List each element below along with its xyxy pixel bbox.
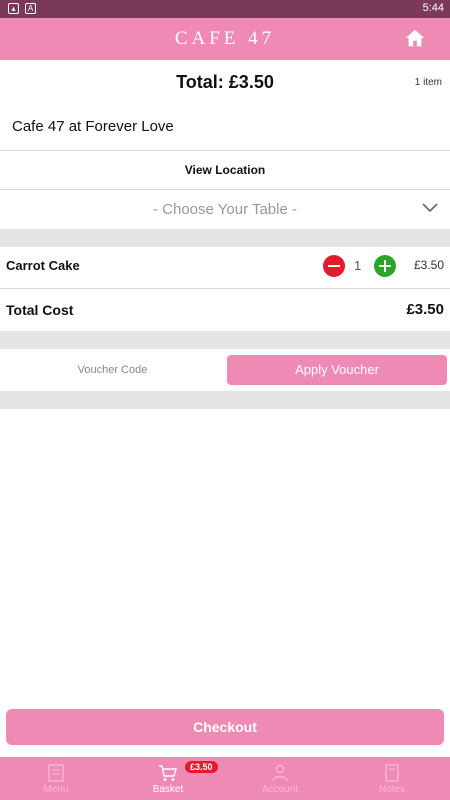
nav-label-account: Account	[261, 784, 299, 795]
nav-item-menu[interactable]: Menu	[0, 757, 112, 800]
cafe-name: Cafe 47 at Forever Love	[12, 118, 174, 135]
basket-item-row: Carrot Cake 1 £3.50	[0, 247, 450, 287]
view-location-button[interactable]: View Location	[0, 151, 450, 190]
item-count: 1 item	[414, 77, 442, 88]
status-bar: ▴ A 5:44	[0, 0, 450, 18]
total-cost-label: Total Cost	[6, 302, 74, 318]
app-notification-icon: A	[25, 3, 36, 14]
total-cost-row: Total Cost £3.50	[0, 289, 450, 331]
table-select-dropdown[interactable]: - Choose Your Table -	[0, 190, 450, 228]
item-price: £3.50	[413, 258, 444, 272]
nav-item-account[interactable]: Account	[224, 757, 336, 800]
app-header: CAFE 47	[0, 18, 450, 60]
item-name: Carrot Cake	[6, 258, 80, 273]
notification-icons: ▴ A	[8, 3, 36, 14]
increase-quantity-button[interactable]	[374, 255, 396, 277]
chevron-down-icon	[422, 203, 438, 213]
checkout-button[interactable]: Checkout	[6, 709, 444, 745]
voucher-code-input[interactable]	[0, 355, 225, 385]
bottom-nav: Menu Basket £3.50 Account Notes	[0, 757, 450, 800]
home-icon[interactable]	[404, 27, 426, 49]
section-separator	[0, 391, 450, 409]
menu-icon	[48, 764, 64, 782]
image-notification-icon: ▴	[8, 3, 19, 14]
table-select-placeholder: - Choose Your Table -	[153, 201, 297, 218]
total-cost-value: £3.50	[406, 301, 444, 318]
nav-label-menu: Menu	[43, 784, 69, 795]
nav-label-basket: Basket	[152, 784, 184, 795]
section-separator	[0, 331, 450, 349]
account-icon	[272, 764, 288, 782]
order-total: Total: £3.50	[176, 72, 274, 92]
notes-icon	[385, 764, 399, 782]
decrease-quantity-button[interactable]	[323, 255, 345, 277]
nav-item-notes[interactable]: Notes	[336, 757, 448, 800]
basket-total-badge: £3.50	[185, 761, 218, 773]
section-separator	[0, 229, 450, 247]
status-time: 5:44	[422, 2, 444, 14]
item-quantity: 1	[354, 258, 362, 273]
apply-voucher-button[interactable]: Apply Voucher	[227, 355, 447, 385]
nav-label-notes: Notes	[378, 784, 406, 795]
order-total-row: Total: £3.50 1 item	[0, 60, 450, 104]
app-title: CAFE 47	[174, 28, 276, 49]
voucher-row: Apply Voucher	[0, 349, 450, 391]
basket-icon	[159, 765, 177, 781]
app-screen: ▴ A 5:44 CAFE 47 Total: £3.50 1 item Caf…	[0, 0, 450, 800]
